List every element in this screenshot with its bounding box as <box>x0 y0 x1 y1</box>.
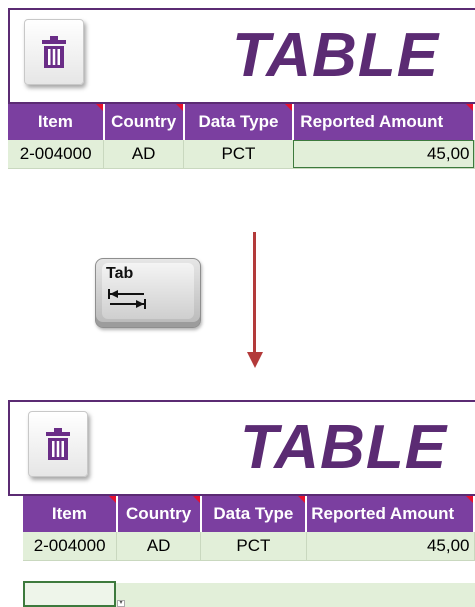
table-panel-before: TABLE <box>8 8 475 104</box>
cell-item[interactable]: 2-004000 <box>23 532 118 561</box>
trash-icon <box>46 428 70 460</box>
cell-country[interactable]: AD <box>103 140 185 169</box>
column-header-item[interactable]: Item <box>8 104 105 140</box>
table-row: 2-004000 AD PCT 45,00 <box>8 140 475 169</box>
cell-reported-amount[interactable]: 45,00 <box>306 532 475 561</box>
header-row: Item Country Data Type Reported Amount <box>23 496 475 532</box>
delete-button[interactable] <box>28 411 88 477</box>
cell-item[interactable]: 2-004000 <box>8 140 105 169</box>
trash-icon <box>42 36 66 68</box>
table-panel-after: TABLE <box>8 400 475 496</box>
column-header-reported-amount[interactable]: Reported Amount <box>306 496 475 532</box>
cell-data-type[interactable]: PCT <box>200 532 307 561</box>
new-row-selected-cell[interactable] <box>23 581 116 607</box>
down-arrow <box>253 232 256 356</box>
column-header-country[interactable]: Country <box>103 104 185 140</box>
autofill-options-icon[interactable]: ▾ <box>117 600 125 607</box>
down-arrow-head <box>247 352 263 368</box>
header-row: Item Country Data Type Reported Amount <box>8 104 475 140</box>
column-header-country[interactable]: Country <box>116 496 202 532</box>
cell-country[interactable]: AD <box>116 532 202 561</box>
page-title: TABLE <box>232 21 440 90</box>
delete-button[interactable] <box>24 19 84 85</box>
tab-arrows-icon <box>108 289 146 309</box>
column-header-reported-amount[interactable]: Reported Amount <box>293 104 475 140</box>
table-row: 2-004000 AD PCT 45,00 <box>23 532 475 561</box>
column-header-data-type[interactable]: Data Type <box>200 496 308 532</box>
cell-data-type[interactable]: PCT <box>183 140 294 169</box>
data-table-after: Item Country Data Type Reported Amount 2… <box>23 496 475 561</box>
data-table-before: Item Country Data Type Reported Amount 2… <box>8 104 475 169</box>
page-title: TABLE <box>240 413 448 482</box>
tab-key-label: Tab <box>106 265 134 282</box>
column-header-data-type[interactable]: Data Type <box>183 104 295 140</box>
tab-key: Tab <box>95 258 201 328</box>
cell-reported-amount[interactable]: 45,00 <box>293 140 475 169</box>
column-header-item[interactable]: Item <box>23 496 118 532</box>
